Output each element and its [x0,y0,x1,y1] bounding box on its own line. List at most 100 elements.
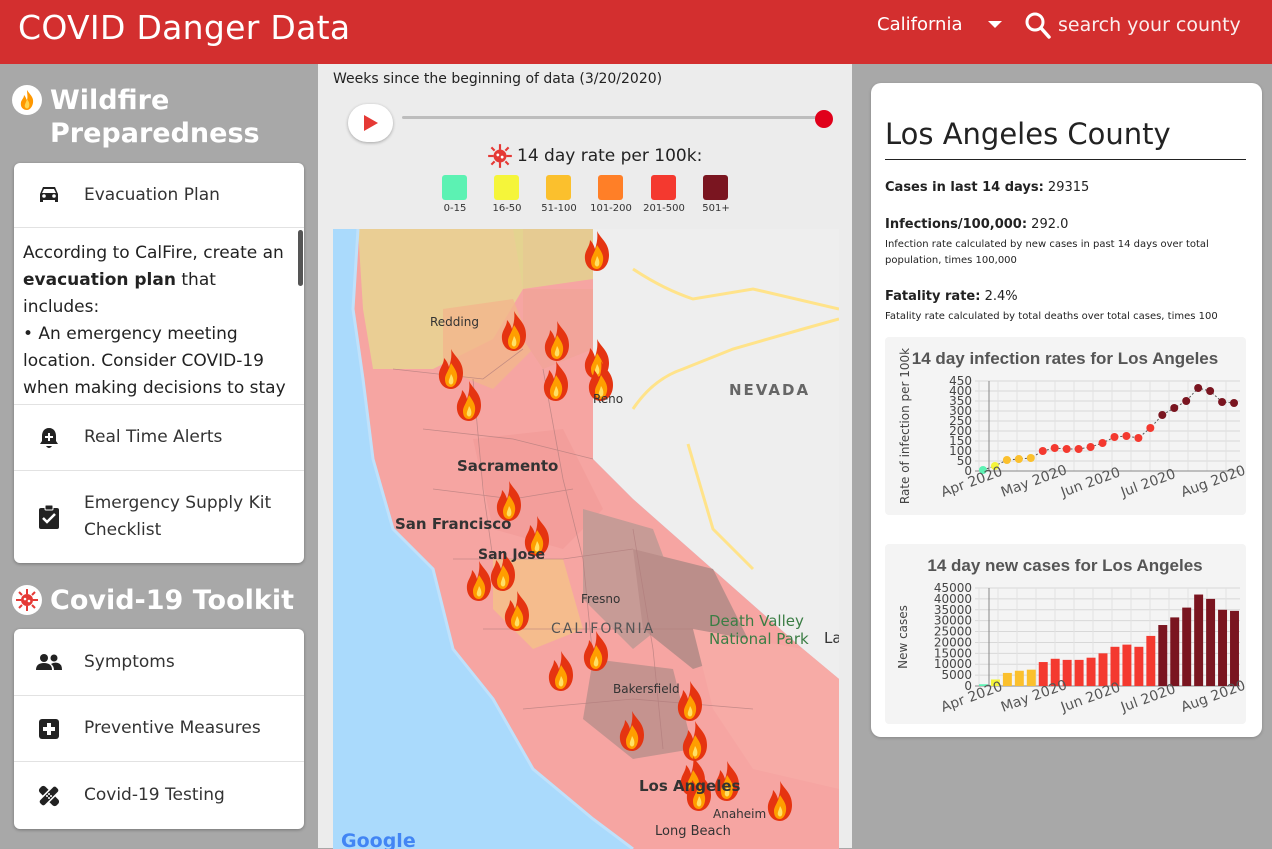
data-point [1098,439,1107,447]
wildfire-title: Wildfire Preparedness [50,85,260,149]
scrollbar[interactable] [298,230,303,286]
real-time-alerts-label: Real Time Alerts [84,427,223,447]
map-canvas[interactable] [333,229,839,849]
x-tick-label: May 2020 [999,462,1069,501]
legend-label: 0-15 [443,203,467,214]
virus-icon [488,144,512,168]
infections-label: Infections/100,000: [885,217,1028,232]
fire-marker-icon[interactable] [540,359,572,403]
fire-marker-icon[interactable] [616,709,648,753]
symptoms-item[interactable]: Symptoms [14,629,304,696]
fatality-stat: Fatality rate: 2.4% [885,289,1018,304]
play-button[interactable] [348,104,393,142]
county-search[interactable] [1024,10,1264,40]
y-tick-label: 45000 [934,581,972,595]
legend-label: 16-50 [492,203,522,214]
bar [1014,670,1024,686]
bar [1194,594,1204,686]
covid-testing-item[interactable]: Covid-19 Testing [14,762,304,829]
clipboard-check-icon [14,504,84,530]
legend-swatch [703,175,728,200]
evacuation-text-bullet: • An emergency meeting location. Conside… [23,324,286,398]
fire-marker-icon[interactable] [764,779,796,823]
fire-marker-icon[interactable] [501,589,533,633]
data-point [1218,398,1227,406]
timeline-slider-track[interactable] [402,116,822,119]
covid-testing-label: Covid-19 Testing [84,785,225,805]
supply-kit-item[interactable]: Emergency Supply Kit Checklist [14,471,304,563]
bar [1182,607,1192,686]
legend-label: 51-100 [541,203,577,214]
map-label-los-angeles: Los Angeles [639,777,741,795]
fatality-label: Fatality rate: [885,289,981,304]
data-point [1122,432,1131,440]
chart-title: 14 day new cases for Los Angeles [927,556,1202,575]
fatality-note: Fatality rate calculated by total deaths… [885,311,1218,322]
fire-marker-icon[interactable] [463,559,495,603]
symptoms-label: Symptoms [84,651,175,672]
map-panel: Weeks since the beginning of data (3/20/… [318,64,852,849]
fire-marker-icon[interactable] [581,229,613,273]
covid-card: Symptoms Preventive Measures Covid-19 Te… [14,629,304,829]
infection-rate-chart-svg: 14 day infection rates for Los AngelesRa… [898,348,1248,504]
new-cases-chart-svg: 14 day new cases for Los Angeles New case… [896,556,1248,716]
evacuation-plan-item[interactable]: Evacuation Plan [14,163,304,228]
app-title: COVID Danger Data [18,8,351,47]
evacuation-text-intro: According to CalFire, create an [23,243,284,263]
data-point [1182,397,1191,405]
infections-note: Infection rate calculated by new cases i… [885,239,1209,266]
wildfire-card: Evacuation Plan According to CalFire, cr… [14,163,304,563]
preventive-measures-item[interactable]: Preventive Measures [14,696,304,762]
map-label-california: CALIFORNIA [551,621,656,637]
chart-ylabel: Rate of infection per 100k [898,348,912,504]
medical-plus-icon [14,718,84,740]
map-label-san-francisco: San Francisco [395,515,512,533]
x-tick-label: Aug 2020 [1179,463,1246,501]
legend-label: 501+ [702,203,730,214]
legend-title: 14 day rate per 100k: [486,142,702,170]
search-icon [1025,12,1051,39]
fire-icon [12,85,42,115]
infections-value: 292.0 [1031,217,1069,232]
bar [1122,644,1132,686]
legend-swatch [546,175,571,200]
top-bar: COVID Danger Data California [0,0,1272,64]
fire-marker-icon[interactable] [541,319,573,363]
x-tick-label: Jun 2020 [1058,465,1123,502]
people-icon [14,653,84,671]
data-point [1170,404,1179,412]
evacuation-plan-label: Evacuation Plan [84,184,220,205]
map-label-anaheim: Anaheim [713,807,767,821]
map-label-death-valley: Death Valley National Park [709,612,809,648]
evacuation-text-bold: evacuation plan [23,270,176,290]
map-label-bakersfield: Bakersfield [613,682,680,696]
bell-plus-icon [14,426,84,450]
bar [1074,659,1084,686]
bar [1146,635,1156,686]
data-point [1158,411,1167,419]
bar [1218,609,1228,686]
map-label-long-beach: Long Beach [655,824,731,839]
search-input[interactable] [1058,14,1258,36]
cases-label: Cases in last 14 days: [885,180,1044,195]
real-time-alerts-item[interactable]: Real Time Alerts [14,405,304,471]
state-select[interactable]: California [877,14,1003,35]
fire-marker-icon[interactable] [545,649,577,693]
fatality-value: 2.4% [984,289,1018,304]
cases-value: 29315 [1047,180,1090,195]
timeline-label: Weeks since the beginning of data (3/20/… [333,71,663,87]
fire-marker-icon[interactable] [453,379,485,423]
data-point [1026,454,1035,462]
timeline-slider-thumb[interactable] [815,110,833,128]
infections-stat: Infections/100,000: 292.0 [885,217,1068,232]
data-point [1074,445,1083,453]
bar [1230,610,1239,686]
fire-marker-icon[interactable] [498,309,530,353]
data-point [1146,424,1155,432]
data-point [1050,444,1059,452]
county-map[interactable]: Redding Reno NEVADA Sacramento San Franc… [333,229,839,849]
data-point [1086,443,1095,451]
covid-heading: Covid-19 Toolkit [12,584,294,617]
map-label-fresno: Fresno [581,592,621,606]
cases-stat: Cases in last 14 days: 29315 [885,180,1089,195]
